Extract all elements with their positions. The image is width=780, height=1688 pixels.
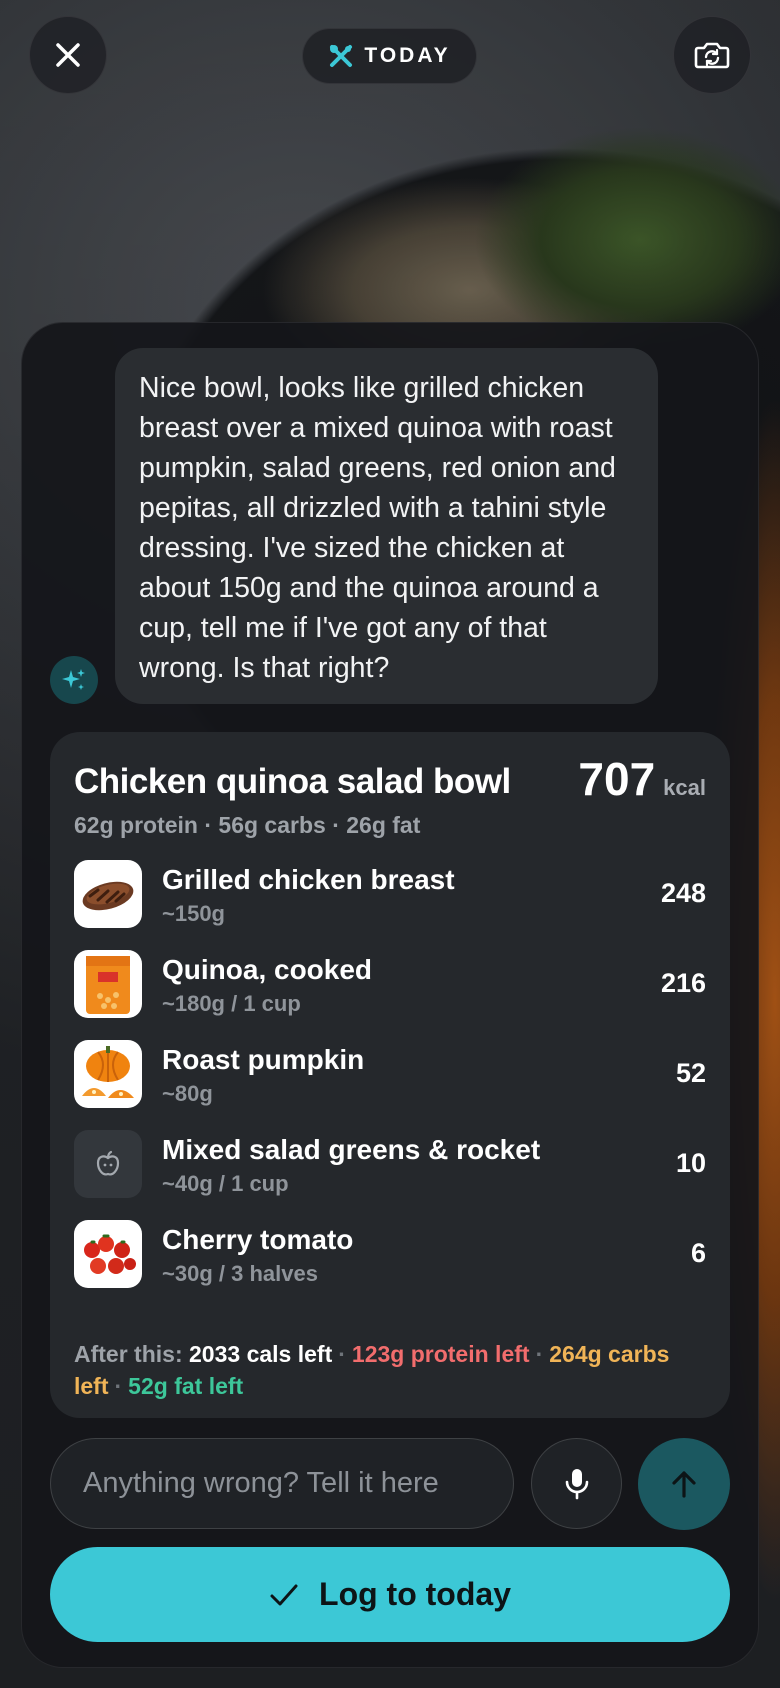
assistant-message-text: Nice bowl, looks like grilled chicken br…: [139, 372, 616, 684]
food-item-quinoa[interactable]: Quinoa, cooked ~180g / 1 cup 216: [74, 950, 706, 1040]
food-item-salad-greens[interactable]: Mixed salad greens & rocket ~40g / 1 cup…: [74, 1130, 706, 1220]
quinoa-package-thumbnail: [74, 950, 142, 1018]
log-button-label: Log to today: [319, 1576, 511, 1612]
meal-kcal-unit: kcal: [663, 775, 706, 800]
food-item-portion: ~40g / 1 cup: [162, 1171, 289, 1196]
arrow-up-icon: [672, 1471, 696, 1498]
food-item-portion: ~30g / 3 halves: [162, 1261, 318, 1286]
today-selector[interactable]: TODAY: [302, 28, 477, 84]
food-item-name: Cherry tomato: [162, 1224, 354, 1255]
food-item-cals: 10: [675, 1148, 706, 1178]
meal-macros: 62g protein · 56g carbs · 26g fat: [74, 812, 421, 838]
camera-switch-icon: [694, 42, 730, 69]
food-item-portion: ~150g: [162, 901, 225, 926]
food-item-name: Roast pumpkin: [162, 1044, 365, 1075]
food-item-name: Mixed salad greens & rocket: [162, 1134, 541, 1165]
close-icon: [56, 43, 80, 67]
meal-kcal-value: 707: [578, 753, 656, 805]
send-button[interactable]: [638, 1438, 730, 1530]
checkmark-icon: [270, 1584, 298, 1605]
apple-icon: [74, 1130, 142, 1198]
assistant-avatar: [50, 656, 98, 704]
food-item-portion: ~180g / 1 cup: [162, 991, 301, 1016]
food-item-portion: ~80g: [162, 1081, 213, 1106]
today-label: TODAY: [364, 44, 451, 67]
microphone-icon: [565, 1468, 588, 1499]
camera-switch-button[interactable]: [673, 16, 751, 94]
meal-title: Chicken quinoa salad bowl: [74, 762, 511, 801]
food-item-cals: 6: [690, 1238, 706, 1268]
close-button[interactable]: [29, 16, 107, 94]
correction-input[interactable]: [50, 1438, 514, 1529]
food-item-cals: 248: [660, 878, 706, 908]
meal-card[interactable]: Chicken quinoa salad bowl 707 kcal 62g p…: [50, 732, 730, 1418]
food-item-cals: 52: [675, 1058, 706, 1088]
pumpkin-thumbnail: [74, 1040, 142, 1108]
sparkles-icon: [62, 669, 85, 690]
assistant-message-bubble: Nice bowl, looks like grilled chicken br…: [115, 348, 658, 704]
meal-kcal: 707 kcal: [578, 752, 706, 806]
summary-cals-left: 2033 cals left: [189, 1341, 333, 1367]
food-item-cherry-tomato[interactable]: Cherry tomato ~30g / 3 halves 6: [74, 1220, 706, 1310]
food-item-chicken[interactable]: Grilled chicken breast ~150g 248: [74, 860, 706, 950]
fork-knife-cross-icon: [330, 45, 353, 67]
summary-fat-left: 52g fat left: [128, 1373, 244, 1399]
food-item-name: Grilled chicken breast: [162, 864, 455, 895]
summary-prefix: After this:: [74, 1341, 183, 1367]
chicken-thumbnail: [74, 860, 142, 928]
summary-protein-left: 123g protein left: [351, 1341, 530, 1367]
food-item-list[interactable]: Grilled chicken breast ~150g 248 Quinoa,…: [74, 860, 706, 1310]
food-item-cals: 216: [660, 968, 706, 998]
microphone-button[interactable]: [531, 1438, 622, 1529]
log-to-today-button[interactable]: Log to today: [50, 1547, 730, 1642]
tomato-thumbnail: [74, 1220, 142, 1288]
food-item-pumpkin[interactable]: Roast pumpkin ~80g 52: [74, 1040, 706, 1130]
remaining-summary: After this: 2033 cals left · 123g protein …: [74, 1341, 670, 1399]
food-item-name: Quinoa, cooked: [162, 954, 373, 985]
